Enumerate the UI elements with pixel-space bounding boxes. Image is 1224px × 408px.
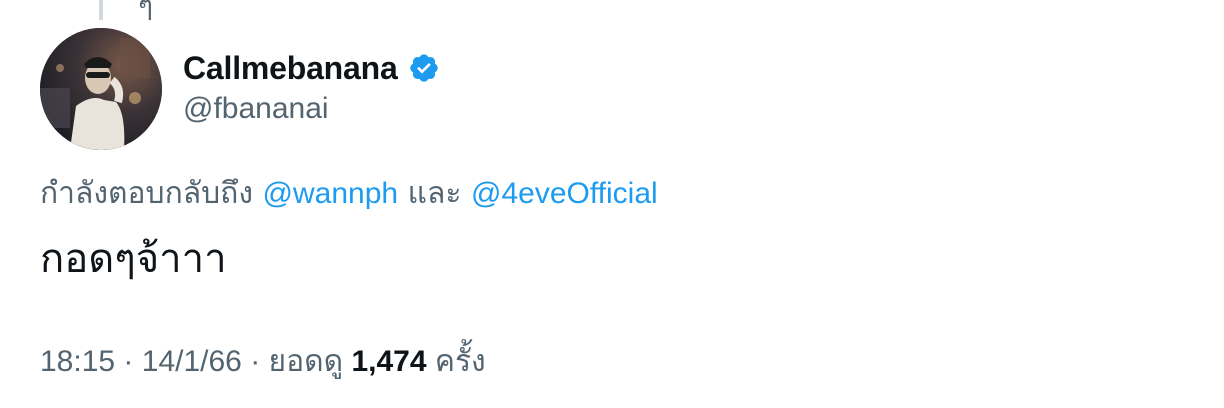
author-handle[interactable]: @fbananai [183,92,329,126]
replying-to-label: กำลังตอบกลับถึง [40,176,253,211]
views-unit: ครั้ง [434,344,486,379]
tweet-text: กอดๆจ้าาา [40,236,227,282]
replying-to-line: กำลังตอบกลับถึง @wannph และ @4eveOfficia… [40,170,658,217]
tweet-metadata: 18:15 · 14/1/66 · ยอดดู 1,474 ครั้ง [40,338,486,385]
previous-tweet-text-fragment: ๆ [138,0,154,22]
meta-separator: · [123,345,134,378]
thread-connector-line [99,0,103,20]
tweet-time[interactable]: 18:15 [40,345,115,378]
replying-to-conjunction: และ [407,176,462,211]
views-count[interactable]: 1,474 [351,345,426,378]
meta-separator: · [250,345,261,378]
mention-link-4eveofficial[interactable]: @4eveOfficial [471,177,658,210]
views-label: ยอดดู [268,344,344,379]
mention-link-wannph[interactable]: @wannph [263,177,399,210]
avatar[interactable] [40,28,162,150]
author-display-name[interactable]: Callmebanana [183,50,398,87]
avatar-photo [40,28,162,150]
verified-badge-icon [408,52,440,84]
author-name-row[interactable]: Callmebanana [183,48,440,88]
tweet-date[interactable]: 14/1/66 [142,345,242,378]
